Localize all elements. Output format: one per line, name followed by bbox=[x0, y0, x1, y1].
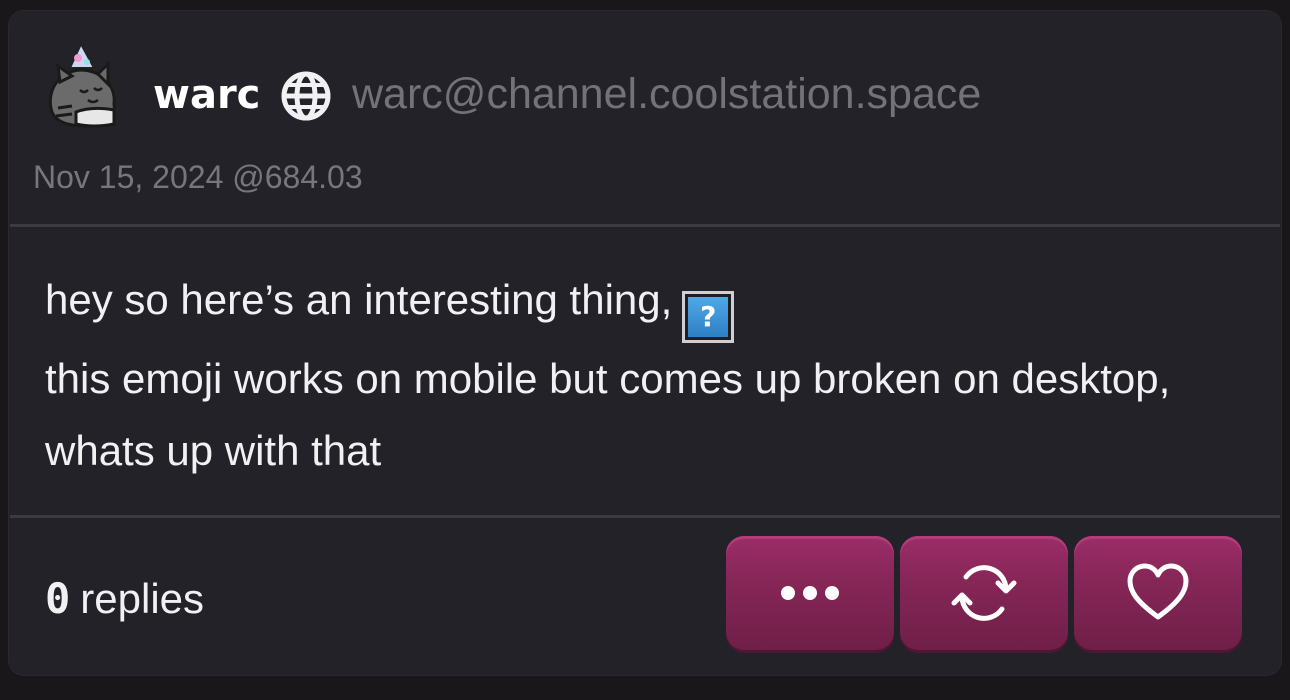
author-handle[interactable]: warc@channel.coolstation.space bbox=[352, 66, 981, 122]
like-button[interactable] bbox=[1074, 536, 1242, 650]
heart-icon bbox=[1127, 563, 1189, 620]
globe-icon bbox=[280, 70, 332, 122]
post-footer: 0 replies bbox=[8, 518, 1282, 676]
replies-count-number: 0 bbox=[45, 574, 71, 623]
broken-emoji-icon: ? bbox=[682, 291, 735, 343]
post-content: hey so here’s an interesting thing,? thi… bbox=[45, 264, 1245, 487]
replies-label: replies bbox=[80, 575, 205, 622]
post-header: warc warc@channel.coolstation.space Nov … bbox=[8, 10, 1282, 226]
header-divider bbox=[10, 224, 1280, 227]
post-text-line-2: this emoji works on mobile but comes up … bbox=[45, 355, 1171, 474]
replies-count[interactable]: 0 replies bbox=[45, 569, 204, 629]
repost-icon bbox=[951, 565, 1017, 621]
author-display-name[interactable]: warc bbox=[153, 68, 260, 122]
cat-party-hat-avatar-icon bbox=[48, 41, 116, 128]
more-options-button[interactable] bbox=[726, 536, 894, 650]
post-timestamp[interactable]: Nov 15, 2024 @684.03 bbox=[33, 155, 363, 199]
post-content-line-1: hey so here’s an interesting thing,? bbox=[45, 264, 1245, 343]
avatar[interactable] bbox=[38, 41, 128, 132]
post-card: warc warc@channel.coolstation.space Nov … bbox=[8, 10, 1282, 676]
ellipsis-icon bbox=[781, 586, 839, 600]
emoji-placeholder-glyph: ? bbox=[688, 297, 729, 337]
repost-button[interactable] bbox=[900, 536, 1068, 650]
post-text-line-1: hey so here’s an interesting thing, bbox=[45, 276, 673, 323]
